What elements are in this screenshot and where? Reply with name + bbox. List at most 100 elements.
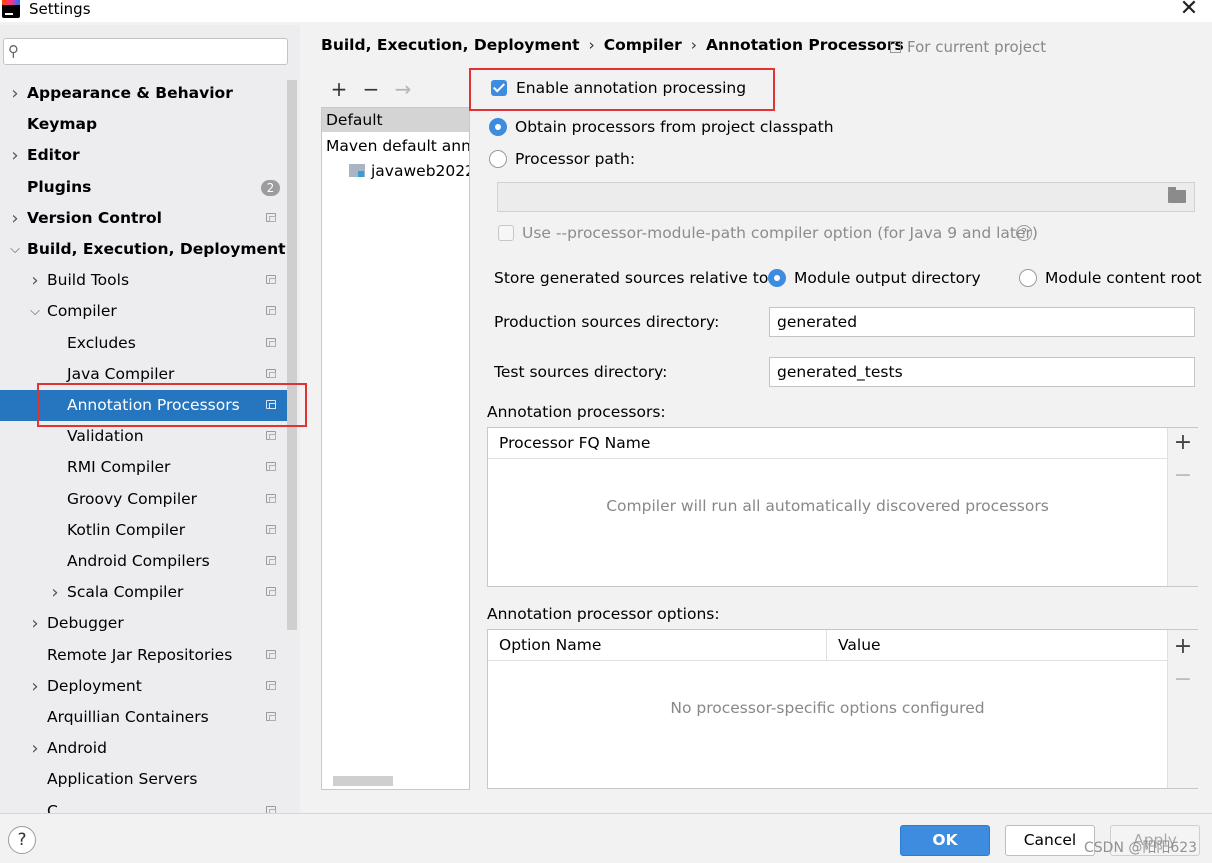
sidebar-item-android-compilers[interactable]: Android Compilers bbox=[0, 546, 287, 577]
search-box[interactable]: ⚲ bbox=[3, 38, 288, 65]
chevron-right-icon[interactable]: › bbox=[28, 671, 42, 702]
watermark: CSDN @阳阳623 bbox=[1084, 840, 1198, 856]
sidebar-item-label: Debugger bbox=[47, 614, 124, 633]
close-icon[interactable]: ✕ bbox=[1178, 0, 1200, 20]
sidebar-item-label: Application Servers bbox=[47, 770, 198, 789]
sidebar-item-build-execution-deployment[interactable]: ⌵ Build, Execution, Deployment bbox=[0, 234, 287, 265]
obtain-classpath-radio[interactable] bbox=[489, 118, 507, 136]
sidebar-item-validation[interactable]: Validation bbox=[0, 421, 287, 452]
sidebar-item-label: Deployment bbox=[47, 676, 142, 695]
help-button[interactable]: ? bbox=[8, 826, 36, 854]
breadcrumb-item-annotation-processors: Annotation Processors bbox=[705, 36, 904, 54]
project-scope-icon bbox=[266, 680, 276, 690]
sidebar-item-arquillian-containers[interactable]: Arquillian Containers bbox=[0, 702, 287, 733]
sidebar-item-keymap[interactable]: Keymap bbox=[0, 109, 287, 140]
processor-path-radio[interactable] bbox=[489, 150, 507, 168]
sidebar-item-label: Validation bbox=[67, 427, 144, 446]
cancel-button[interactable]: Cancel bbox=[1005, 825, 1095, 856]
ok-button[interactable]: OK bbox=[900, 825, 990, 856]
sidebar-item-excludes[interactable]: Excludes bbox=[0, 328, 287, 359]
column-header-fq-name[interactable]: Processor FQ Name bbox=[488, 428, 1167, 459]
profile-default[interactable]: Default bbox=[322, 108, 469, 132]
profile-maven[interactable]: Maven default annotation processors prof… bbox=[322, 134, 469, 158]
module-icon bbox=[349, 164, 365, 177]
sidebar-item-compiler[interactable]: ⌵ Compiler bbox=[0, 296, 287, 327]
add-option-button[interactable]: + bbox=[1171, 635, 1195, 659]
sidebar-item-editor[interactable]: › Editor bbox=[0, 140, 287, 171]
plugins-update-badge: 2 bbox=[261, 179, 280, 196]
sidebar-item-label: Plugins bbox=[27, 177, 92, 196]
chevron-right-icon[interactable]: › bbox=[8, 203, 22, 234]
remove-option-button[interactable]: − bbox=[1171, 668, 1195, 692]
chevron-down-icon[interactable]: ⌵ bbox=[8, 234, 22, 265]
column-header-value[interactable]: Value bbox=[827, 630, 1167, 661]
processor-path-input[interactable] bbox=[497, 182, 1195, 212]
breadcrumb: Build, Execution, Deployment › Compiler › An… bbox=[321, 36, 904, 54]
project-scope-icon bbox=[266, 212, 276, 222]
chevron-right-icon[interactable]: › bbox=[28, 608, 42, 639]
sidebar-item-scala-compiler[interactable]: › Scala Compiler bbox=[0, 577, 287, 608]
chevron-down-icon[interactable]: ⌵ bbox=[28, 296, 42, 327]
sidebar-item-remote-jar-repositories[interactable]: Remote Jar Repositories bbox=[0, 640, 287, 671]
store-generated-label: Store generated sources relative to: bbox=[494, 269, 774, 287]
processors-table-header: Processor FQ Name bbox=[488, 428, 1167, 459]
sidebar-item-plugins[interactable]: Plugins 2 bbox=[0, 172, 287, 203]
sidebar-item-application-servers[interactable]: Application Servers bbox=[0, 764, 287, 795]
project-scope-icon bbox=[266, 431, 276, 441]
sidebar-item-label: Version Control bbox=[27, 208, 162, 227]
use-module-path-checkbox[interactable] bbox=[498, 225, 514, 241]
remove-processor-button[interactable]: − bbox=[1171, 464, 1195, 488]
options-table: Option Name Value No processor-specific … bbox=[487, 629, 1198, 789]
sidebar-item-deployment[interactable]: › Deployment bbox=[0, 671, 287, 702]
move-module-button[interactable]: → bbox=[391, 77, 415, 101]
production-dir-input[interactable]: generated bbox=[769, 307, 1195, 337]
project-scope-icon bbox=[266, 462, 276, 472]
use-module-path-label: Use --processor-module-path compiler opt… bbox=[522, 224, 1038, 242]
module-name: javaweb2022 bbox=[371, 162, 469, 180]
breadcrumb-item-compiler: Compiler bbox=[603, 36, 682, 54]
sidebar-item-java-compiler[interactable]: Java Compiler bbox=[0, 359, 287, 390]
profile-module-item[interactable]: javaweb2022 bbox=[348, 159, 469, 183]
sidebar-item-label: Java Compiler bbox=[67, 364, 175, 383]
sidebar-item-version-control[interactable]: › Version Control bbox=[0, 203, 287, 234]
module-content-radio[interactable] bbox=[1019, 269, 1037, 287]
sidebar-item-rmi-compiler[interactable]: RMI Compiler bbox=[0, 452, 287, 483]
chevron-right-icon[interactable]: › bbox=[48, 577, 62, 608]
production-dir-label: Production sources directory: bbox=[494, 313, 720, 331]
project-scope-icon bbox=[266, 587, 276, 597]
project-scope-icon bbox=[266, 649, 276, 659]
project-scope-icon bbox=[266, 306, 276, 316]
chevron-right-icon[interactable]: › bbox=[28, 733, 42, 764]
module-output-label: Module output directory bbox=[794, 269, 981, 287]
sidebar-item-build-tools[interactable]: › Build Tools bbox=[0, 265, 287, 296]
add-processor-button[interactable]: + bbox=[1171, 431, 1195, 455]
sidebar-item-annotation-processors[interactable]: Annotation Processors bbox=[0, 390, 287, 421]
column-header-option-name[interactable]: Option Name bbox=[488, 630, 827, 661]
sidebar-item-groovy-compiler[interactable]: Groovy Compiler bbox=[0, 484, 287, 515]
project-scope-icon bbox=[266, 712, 276, 721]
sidebar-scrollbar[interactable] bbox=[287, 80, 297, 630]
sidebar-item-kotlin-compiler[interactable]: Kotlin Compiler bbox=[0, 515, 287, 546]
sidebar-item-label: Build Tools bbox=[47, 271, 130, 290]
enable-annotation-checkbox[interactable] bbox=[491, 80, 507, 96]
help-icon[interactable]: ? bbox=[1016, 225, 1032, 241]
settings-sidebar: ⚲ › Appearance & Behavior Keymap › Editor Plu… bbox=[0, 25, 300, 820]
chevron-right-icon[interactable]: › bbox=[8, 78, 22, 109]
processors-table: Processor FQ Name Compiler will run all … bbox=[487, 427, 1198, 587]
add-profile-button[interactable]: + bbox=[327, 77, 351, 101]
folder-icon[interactable] bbox=[1168, 187, 1186, 203]
module-output-radio[interactable] bbox=[768, 269, 786, 287]
intellij-logo-icon bbox=[2, 0, 20, 18]
sidebar-item-android[interactable]: › Android bbox=[0, 733, 287, 764]
obtain-classpath-label: Obtain processors from project classpath bbox=[515, 118, 834, 136]
test-dir-input[interactable]: generated_tests bbox=[769, 357, 1195, 387]
search-input[interactable] bbox=[30, 41, 284, 63]
sidebar-item-label: Appearance & Behavior bbox=[27, 84, 233, 102]
chevron-right-icon[interactable]: › bbox=[28, 265, 42, 296]
remove-profile-button[interactable]: − bbox=[359, 77, 383, 101]
sidebar-item-debugger[interactable]: › Debugger bbox=[0, 608, 287, 639]
sidebar-item-appearance-behavior[interactable]: › Appearance & Behavior bbox=[0, 78, 287, 109]
project-scope-icon bbox=[266, 337, 276, 347]
profile-list-scrollbar[interactable] bbox=[333, 776, 393, 786]
chevron-right-icon[interactable]: › bbox=[8, 140, 22, 171]
